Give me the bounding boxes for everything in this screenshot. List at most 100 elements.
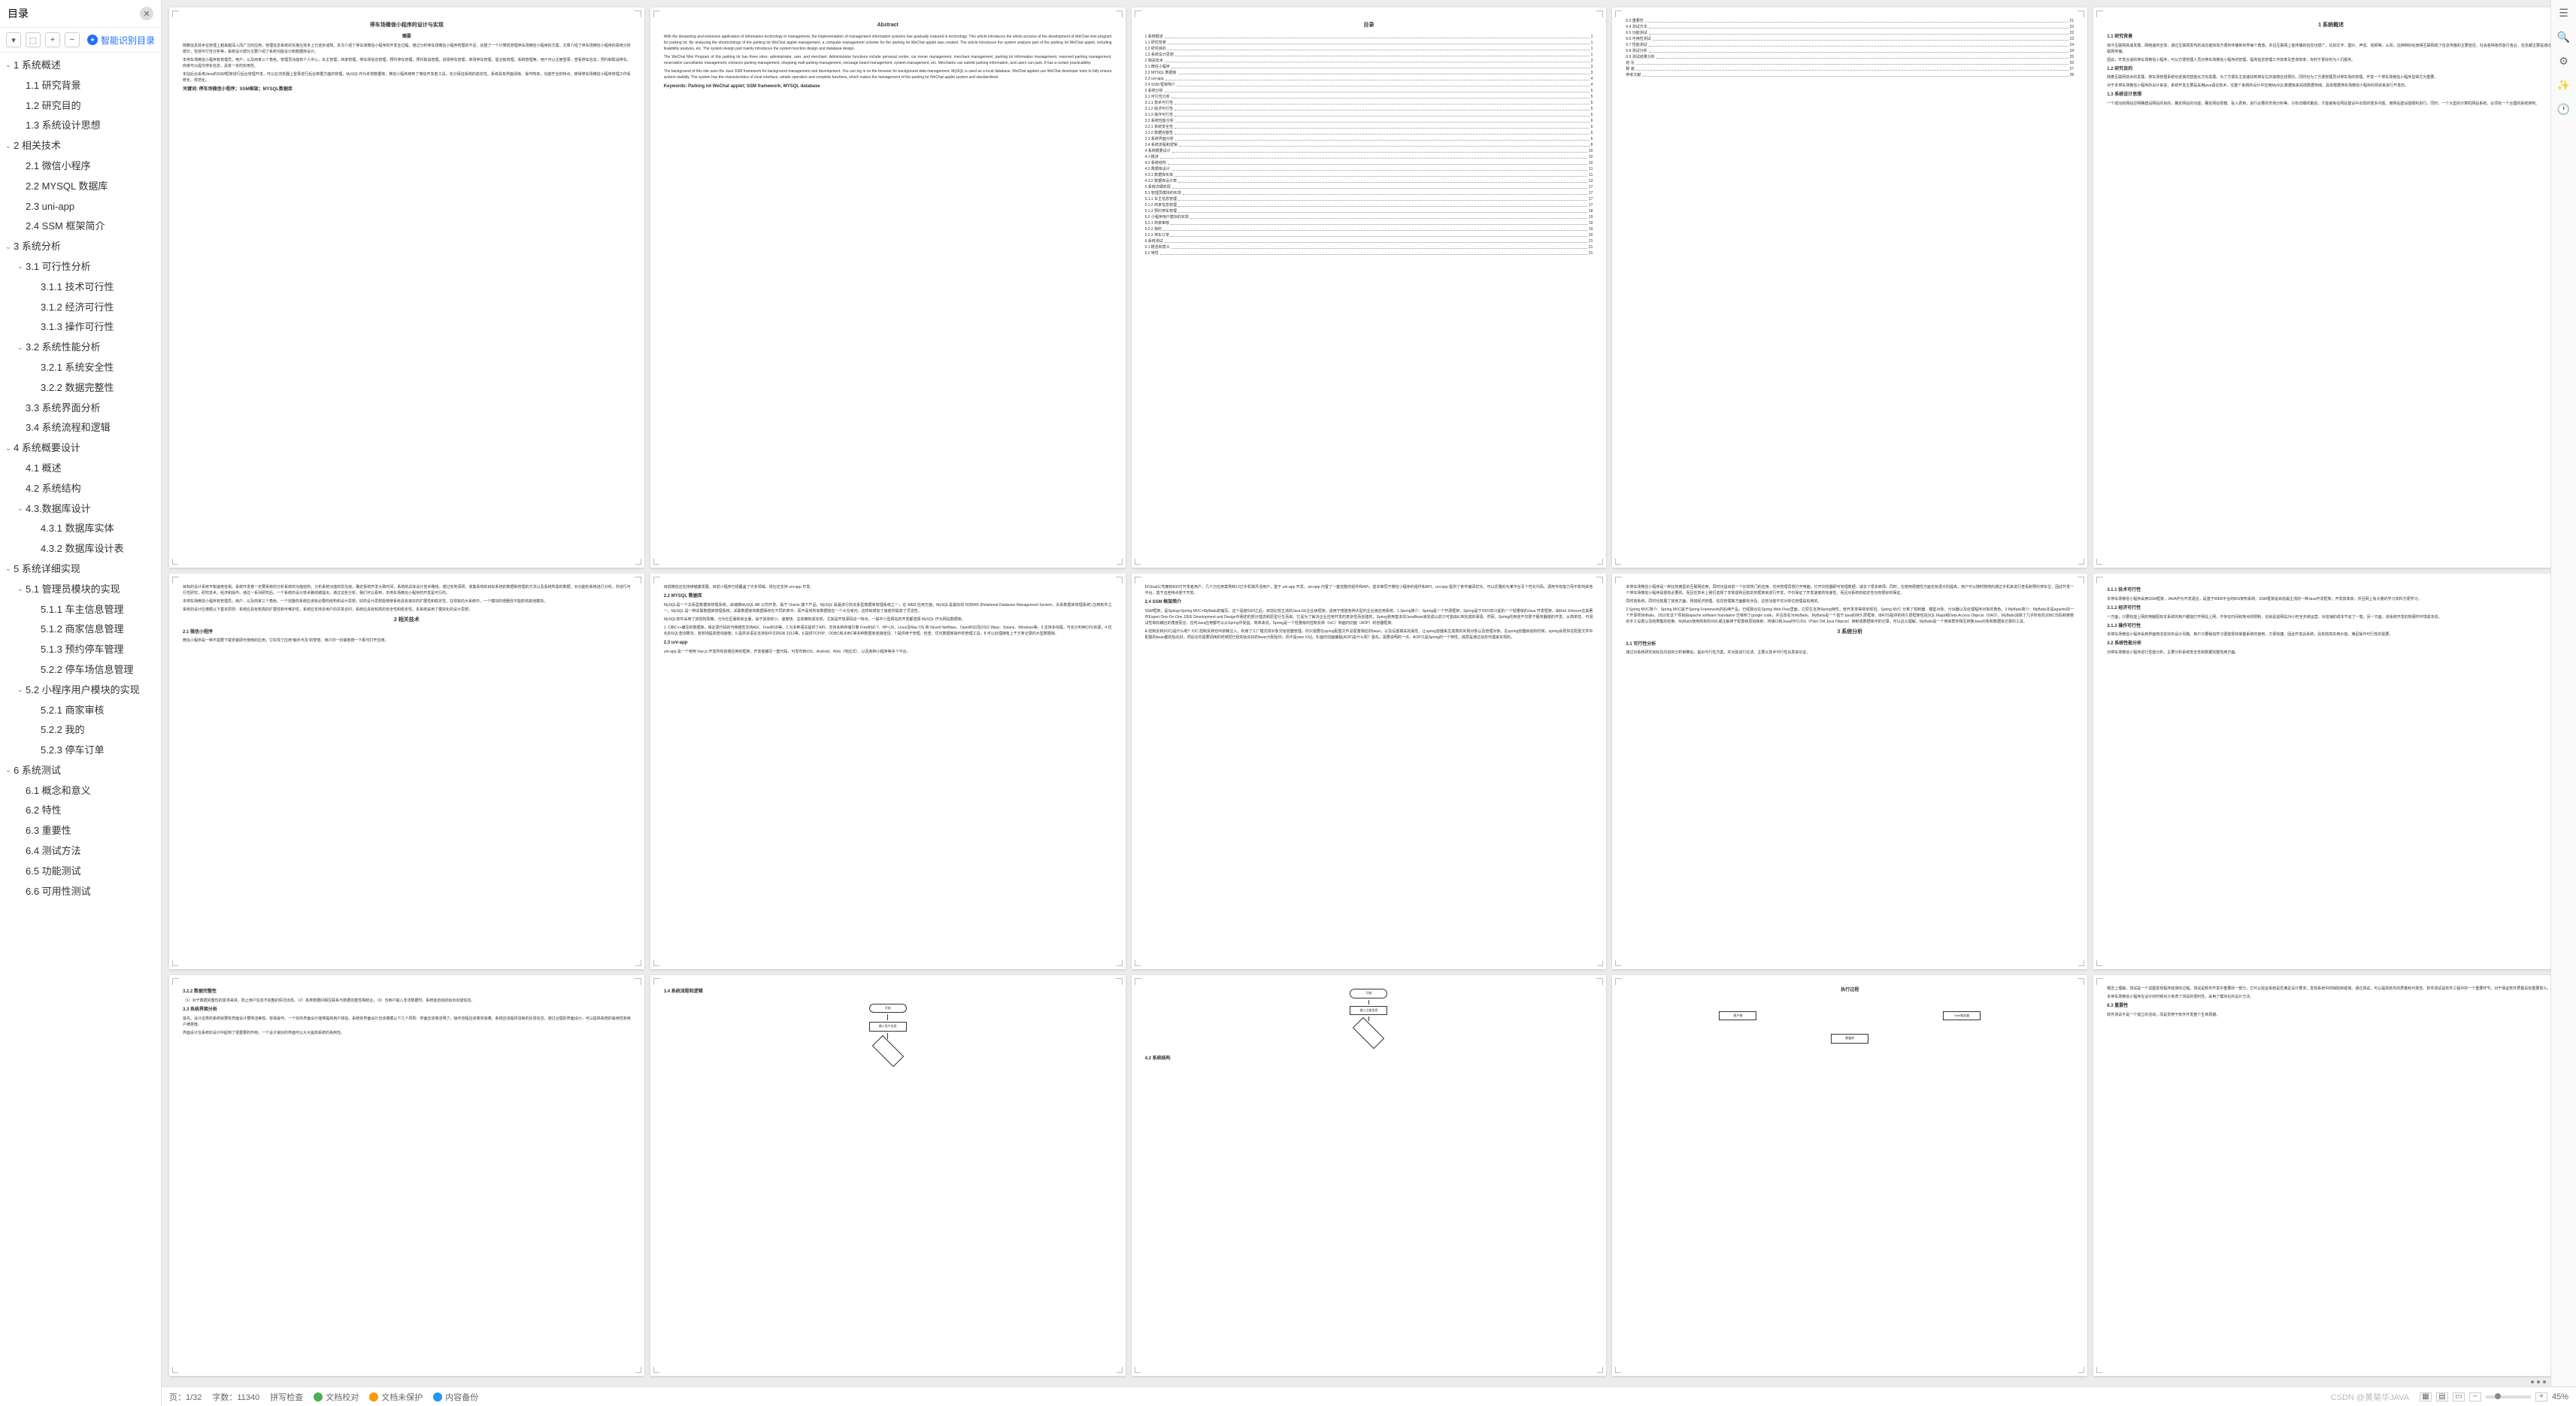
toc-item[interactable]: 6.5 功能测试 bbox=[0, 862, 161, 882]
toc-item[interactable]: 1.3 系统设计思想 bbox=[0, 116, 161, 136]
expand-icon[interactable]: + bbox=[45, 32, 60, 47]
history-icon[interactable]: 🕐 bbox=[2557, 102, 2571, 116]
toc-item[interactable]: 3.1.2 经济可行性 bbox=[0, 298, 161, 318]
page-title: 1 系统概述 bbox=[2107, 21, 2555, 29]
toc-item[interactable]: 5.1.3 预约停车管理 bbox=[0, 640, 161, 660]
page-indicator[interactable]: 页：1/32 bbox=[169, 1391, 202, 1403]
toc-item[interactable]: ⌄6 系统测试 bbox=[0, 761, 161, 781]
page-thumb-11[interactable]: 3.2.2 数据完整性 （1）对于数据完整性的需求来讲，防止用户信息不完整的情况… bbox=[169, 975, 644, 1376]
collapse-icon[interactable]: ▾ bbox=[6, 32, 21, 47]
toc-item[interactable]: 5.1.1 车主信息管理 bbox=[0, 600, 161, 620]
zoom-control[interactable]: ▦ ▤ ▭ − + 45% bbox=[2420, 1392, 2568, 1401]
page-thumb-15[interactable]: 概念上理解，测试是一个试图发现程序错误的过程。测试是软件开发中重要的一部分，它可… bbox=[2093, 975, 2568, 1376]
toc-item[interactable]: ⌄4 系统概要设计 bbox=[0, 438, 161, 459]
toc-item[interactable]: 6.4 测试方法 bbox=[0, 841, 161, 862]
toc-item[interactable]: 3.2.2 数据完整性 bbox=[0, 378, 161, 398]
chevron-down-icon[interactable]: ⌄ bbox=[3, 765, 14, 777]
zoom-slider[interactable] bbox=[2486, 1395, 2531, 1398]
bookmark-icon[interactable]: ☰ bbox=[2557, 6, 2571, 20]
zoom-out-icon[interactable]: − bbox=[2469, 1392, 2481, 1401]
page-thumb-14[interactable]: 执行过程 客户端 Web服务器 数据库 bbox=[1612, 975, 2087, 1376]
smart-toc-button[interactable]: ✦ 智能识别目录 bbox=[87, 34, 155, 47]
chevron-down-icon[interactable]: ⌄ bbox=[3, 141, 14, 153]
toc-item[interactable]: 5.2.2 我的 bbox=[0, 720, 161, 741]
toc-item[interactable]: 3.4 系统流程和逻辑 bbox=[0, 418, 161, 438]
level-icon[interactable]: ⬚ bbox=[26, 32, 41, 47]
spell-check-button[interactable]: 拼写检查 bbox=[270, 1391, 303, 1403]
protect-button[interactable]: 文档未保护 bbox=[369, 1391, 423, 1403]
toc-item[interactable]: ⌄5.1 管理员模块的实现 bbox=[0, 580, 161, 600]
toc-item[interactable]: 3.1.3 操作可行性 bbox=[0, 317, 161, 338]
page-thumb-13[interactable]: 开始 输入注册信息 4.2 系统结构 bbox=[1132, 975, 1607, 1376]
toc-item[interactable]: ⌄3.2 系统性能分析 bbox=[0, 338, 161, 358]
toc-item[interactable]: 1.2 研究目的 bbox=[0, 96, 161, 117]
chevron-down-icon[interactable]: ⌄ bbox=[3, 241, 14, 253]
toc-item[interactable]: 5.2.1 商家审核 bbox=[0, 701, 161, 721]
toc-item[interactable]: ⌄5 系统详细实现 bbox=[0, 559, 161, 580]
toc-item[interactable]: 6.3 重要性 bbox=[0, 821, 161, 841]
search-icon[interactable]: 🔍 bbox=[2557, 30, 2571, 44]
toc-item[interactable]: 3.2.1 系统安全性 bbox=[0, 358, 161, 378]
page-thumb-8[interactable]: DCloud公司拥有800万开发者用户，几十万应用案例和12亿手机端月活用户，基… bbox=[1132, 574, 1607, 969]
page-thumb-7[interactable]: 目前微信还在持续健康发展。目前小程序已经覆盖了许多领域。现在还支持 uni-ap… bbox=[650, 574, 1126, 969]
toc-item[interactable]: 2.2 MYSQL 数据库 bbox=[0, 177, 161, 197]
toc-item[interactable]: 4.1 概述 bbox=[0, 459, 161, 479]
page-thumb-10[interactable]: 3.1.1 技术可行性 本停车场微信小程序采用SSM框架，JAVA作为开发语言，… bbox=[2093, 574, 2568, 969]
settings-icon[interactable]: ⚙ bbox=[2557, 54, 2571, 68]
zoom-in-icon[interactable]: + bbox=[2535, 1392, 2547, 1401]
toc-item[interactable]: ⌄4.3.数据库设计 bbox=[0, 499, 161, 520]
toc-item[interactable]: ⌄3.1 可行性分析 bbox=[0, 257, 161, 277]
toc-item[interactable]: 3.1.1 技术可行性 bbox=[0, 277, 161, 298]
view-mode-icon[interactable]: ▭ bbox=[2453, 1392, 2465, 1401]
toc-item[interactable]: ⌄3 系统分析 bbox=[0, 237, 161, 257]
toc-item[interactable]: ⌄2 相关技术 bbox=[0, 136, 161, 156]
toc-item[interactable]: 4.2 系统结构 bbox=[0, 479, 161, 499]
close-icon[interactable]: ✕ bbox=[140, 7, 153, 20]
page-thumb-1[interactable]: 停车场微信小程序的设计与实现 摘要 随着信息技术在管理上越来越深入而广泛的应用，… bbox=[169, 8, 644, 568]
proof-button[interactable]: 文档校对 bbox=[314, 1391, 359, 1403]
toc-item[interactable]: 2.3 uni-app bbox=[0, 197, 161, 217]
toc-body: 1 系统概述11.1 研究背景11.2 研究目的11.3 系统设计思想12 相关… bbox=[1145, 34, 1593, 256]
view-mode-icon[interactable]: ▦ bbox=[2420, 1392, 2432, 1401]
chevron-down-icon[interactable]: ⌄ bbox=[15, 503, 26, 515]
toc-item[interactable]: 6.2 特性 bbox=[0, 801, 161, 821]
chevron-down-icon[interactable]: ⌄ bbox=[3, 443, 14, 455]
toc-item[interactable]: ⌄5.2 小程序用户模块的实现 bbox=[0, 680, 161, 701]
chevron-down-icon[interactable]: ⌄ bbox=[15, 583, 26, 595]
page-thumb-2[interactable]: Abstract With the deepening and extensiv… bbox=[650, 8, 1126, 568]
toc-item[interactable]: 5.2.3 停车订单 bbox=[0, 741, 161, 761]
chevron-down-icon[interactable]: ⌄ bbox=[15, 684, 26, 696]
section-head: 3.4 系统流程和逻辑 bbox=[664, 989, 1112, 996]
toc-item[interactable]: 3.3 系统界面分析 bbox=[0, 398, 161, 419]
toc-item[interactable]: 1.1 研究背景 bbox=[0, 76, 161, 96]
toc-list[interactable]: ⌄1 系统概述1.1 研究背景1.2 研究目的1.3 系统设计思想⌄2 相关技术… bbox=[0, 53, 161, 1406]
page-thumb-5[interactable]: 1 系统概述 1.1 研究背景 如今互联网高速发展，网络遍布全球，通过互联网发布… bbox=[2093, 8, 2568, 568]
toc-item[interactable]: 6.6 可用性测试 bbox=[0, 882, 161, 902]
chevron-down-icon[interactable]: ⌄ bbox=[3, 59, 14, 71]
toc-item[interactable]: 2.1 微信小程序 bbox=[0, 156, 161, 177]
toc-item[interactable]: 5.1.2 商家信息管理 bbox=[0, 620, 161, 640]
page-grid[interactable]: 停车场微信小程序的设计与实现 摘要 随着信息技术在管理上越来越深入而广泛的应用，… bbox=[162, 0, 2576, 1383]
toc-item[interactable]: 6.1 概念和意义 bbox=[0, 781, 161, 801]
shrink-icon[interactable]: − bbox=[65, 32, 80, 47]
toc-item[interactable]: 5.2.2 停车场信息管理 bbox=[0, 660, 161, 680]
chevron-down-icon[interactable]: ⌄ bbox=[3, 563, 14, 575]
page-thumb-3[interactable]: 目录 1 系统概述11.1 研究背景11.2 研究目的11.3 系统设计思想12… bbox=[1132, 8, 1607, 568]
toc-item[interactable]: 4.3.2 数据库设计表 bbox=[0, 539, 161, 559]
toc-item[interactable]: 4.3.1 数据库实体 bbox=[0, 519, 161, 539]
body-text: 因此，开发合适的停车场微信小程序，可以方便管理人员对停车场微信小程序的管理，提高… bbox=[2107, 57, 2555, 63]
page-thumb-4[interactable]: 6.3 重要性216.4 测试方法226.5 功能测试226.6 可用性测试23… bbox=[1612, 8, 2087, 568]
cloud-button[interactable]: 内容备份 bbox=[433, 1391, 478, 1403]
chevron-down-icon[interactable]: ⌄ bbox=[15, 342, 26, 354]
toc-item[interactable]: ⌄1 系统概述 bbox=[0, 56, 161, 76]
page-thumb-12[interactable]: 3.4 系统流程和逻辑 开始 输入用户信息 bbox=[650, 975, 1126, 1376]
view-mode-icon[interactable]: ▤ bbox=[2436, 1392, 2448, 1401]
page-thumb-9[interactable]: 本停车场微信小程序是一种比较典型的互联网应用，同时也是目前一个比较热门的应用。任… bbox=[1612, 574, 2087, 969]
toc-item[interactable]: 2.4 SSM 框架简介 bbox=[0, 217, 161, 237]
word-count[interactable]: 字数：11340 bbox=[212, 1391, 259, 1403]
page-thumb-6[interactable]: 目标的设计系统平衡速度容易。系统开发者一定要系统的分析系统的功能结构，分析系统功… bbox=[169, 574, 644, 969]
ai-icon[interactable]: ✨ bbox=[2557, 78, 2571, 92]
chevron-down-icon[interactable]: ⌄ bbox=[15, 261, 26, 273]
zoom-value[interactable]: 45% bbox=[2552, 1392, 2568, 1401]
more-menu-icon[interactable] bbox=[2531, 1380, 2546, 1383]
